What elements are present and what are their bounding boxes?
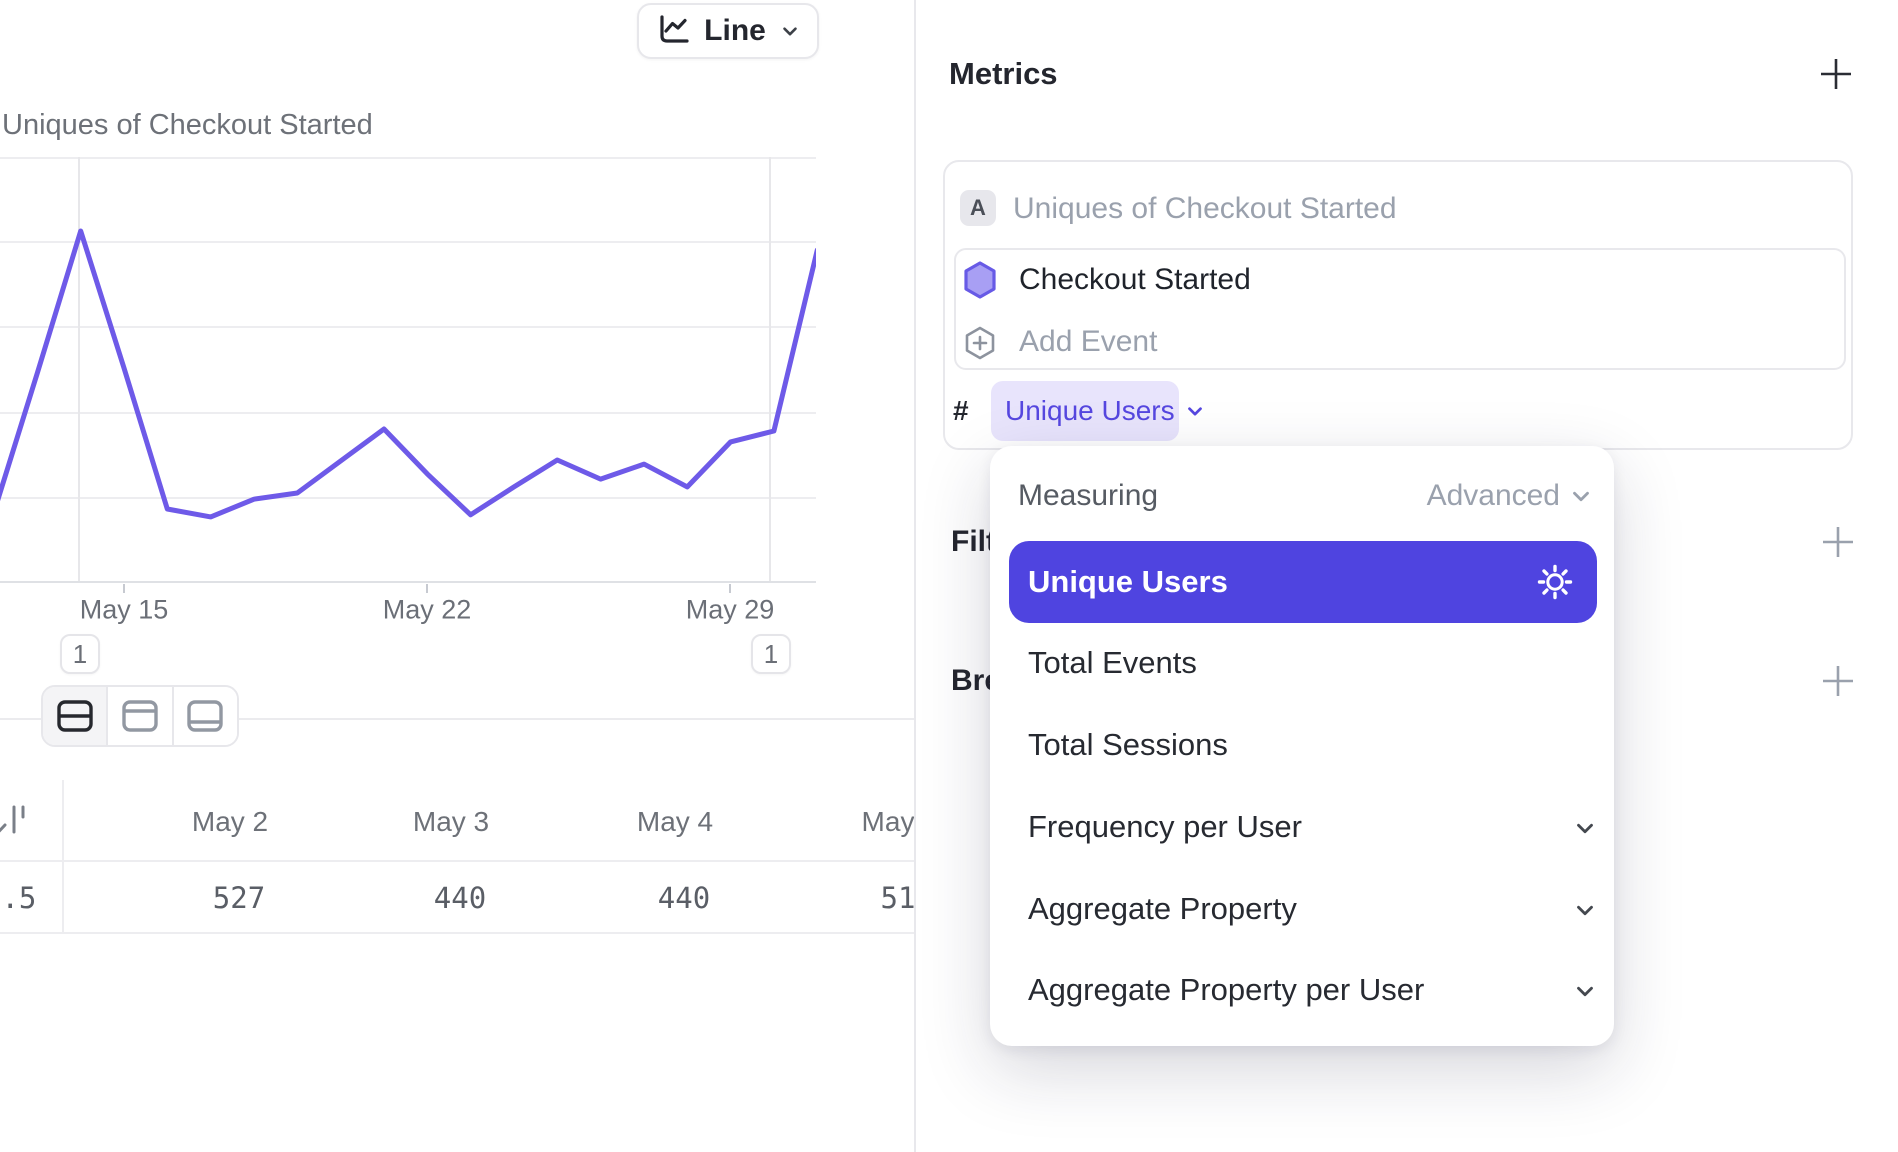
chevron-down-icon (779, 20, 801, 42)
sort-descending-icon[interactable] (0, 800, 32, 851)
table-cell[interactable]: 440 (434, 881, 486, 915)
add-breakdown-button[interactable] (1820, 663, 1856, 699)
chevron-down-icon (1572, 897, 1598, 928)
menu-item-unique-users-selected[interactable]: Unique Users (1009, 541, 1597, 623)
chart-title: Uniques of Checkout Started (2, 109, 373, 142)
menu-item-frequency-per-user[interactable]: Frequency per User (1028, 809, 1302, 845)
metric-title-input[interactable]: Uniques of Checkout Started (1013, 192, 1397, 226)
event-name[interactable]: Checkout Started (1019, 263, 1251, 297)
table-header-cell[interactable]: May 4 (637, 806, 713, 838)
add-event-button[interactable]: Add Event (1019, 325, 1157, 359)
chevron-down-icon (1184, 400, 1206, 422)
table-row-border (0, 932, 914, 934)
metrics-heading: Metrics (949, 56, 1058, 92)
chart-type-label: Line (704, 14, 766, 48)
x-axis-label: May 29 (686, 595, 775, 626)
line-chart-icon (655, 14, 691, 48)
advanced-mode-label: Advanced (1427, 479, 1560, 513)
table-header-cell[interactable]: May 2 (192, 806, 268, 838)
measure-dropdown[interactable]: Unique Users (991, 381, 1179, 441)
analytics-app: Line Uniques of Checkout Started May 15 … (0, 0, 1898, 1152)
x-axis-label: May 22 (383, 595, 472, 626)
annotation-badge[interactable]: 1 (60, 634, 100, 674)
layout-toggle-split[interactable] (43, 687, 106, 745)
table-header-cell[interactable]: May (862, 806, 915, 838)
table-column-divider (62, 780, 64, 933)
x-axis-tick (123, 584, 125, 593)
measure-prefix: # (953, 395, 969, 427)
table-cell[interactable]: 51 (881, 881, 916, 915)
menu-item-total-events[interactable]: Total Events (1028, 645, 1197, 681)
gear-icon[interactable] (1536, 563, 1574, 606)
top-bar-icon (122, 700, 158, 732)
x-axis-label: May 15 (80, 595, 169, 626)
chart-line-series (0, 231, 816, 517)
add-metric-button[interactable] (1818, 56, 1854, 92)
menu-item-aggregate-property-per-user[interactable]: Aggregate Property per User (1028, 972, 1424, 1008)
selected-item-label: Unique Users (1028, 564, 1228, 600)
x-axis-tick (729, 584, 731, 593)
line-chart-plot[interactable] (0, 157, 816, 583)
chevron-down-icon (1572, 978, 1598, 1009)
advanced-mode-dropdown[interactable]: Advanced (1427, 479, 1594, 513)
chart-type-button[interactable]: Line (637, 3, 819, 59)
measuring-heading: Measuring (1018, 479, 1158, 513)
plus-icon (1820, 524, 1856, 560)
menu-item-total-sessions[interactable]: Total Sessions (1028, 727, 1228, 763)
annotation-badge[interactable]: 1 (751, 634, 791, 674)
metric-badge: A (960, 190, 996, 226)
menu-item-aggregate-property[interactable]: Aggregate Property (1028, 891, 1297, 927)
table-cell[interactable]: 527 (213, 881, 265, 915)
plus-icon (1818, 56, 1854, 92)
bottom-bar-icon (187, 700, 223, 732)
hexagon-icon (963, 261, 997, 304)
layout-toggle-chart-only[interactable] (106, 687, 171, 745)
hexagon-plus-icon (964, 326, 996, 365)
table-cell[interactable]: 440 (658, 881, 710, 915)
measuring-popover: Measuring Advanced Unique Users (990, 446, 1614, 1046)
x-axis-tick (426, 584, 428, 593)
event-block: Checkout Started Add Event (954, 248, 1846, 370)
table-header-cell[interactable]: May 3 (413, 806, 489, 838)
chevron-down-icon (1572, 815, 1598, 846)
chevron-down-icon (1568, 483, 1594, 509)
table-row-label: 0.5 (0, 881, 36, 915)
split-rows-icon (57, 700, 93, 732)
plus-icon (1820, 663, 1856, 699)
add-filter-button[interactable] (1820, 524, 1856, 560)
table-header-border (0, 860, 914, 862)
metric-card: A Uniques of Checkout Started Checkout S… (943, 160, 1853, 450)
panel-divider (914, 0, 916, 1152)
layout-toggle-table-only[interactable] (172, 687, 237, 745)
measure-value: Unique Users (1005, 395, 1175, 427)
layout-toggle-group (41, 685, 239, 747)
